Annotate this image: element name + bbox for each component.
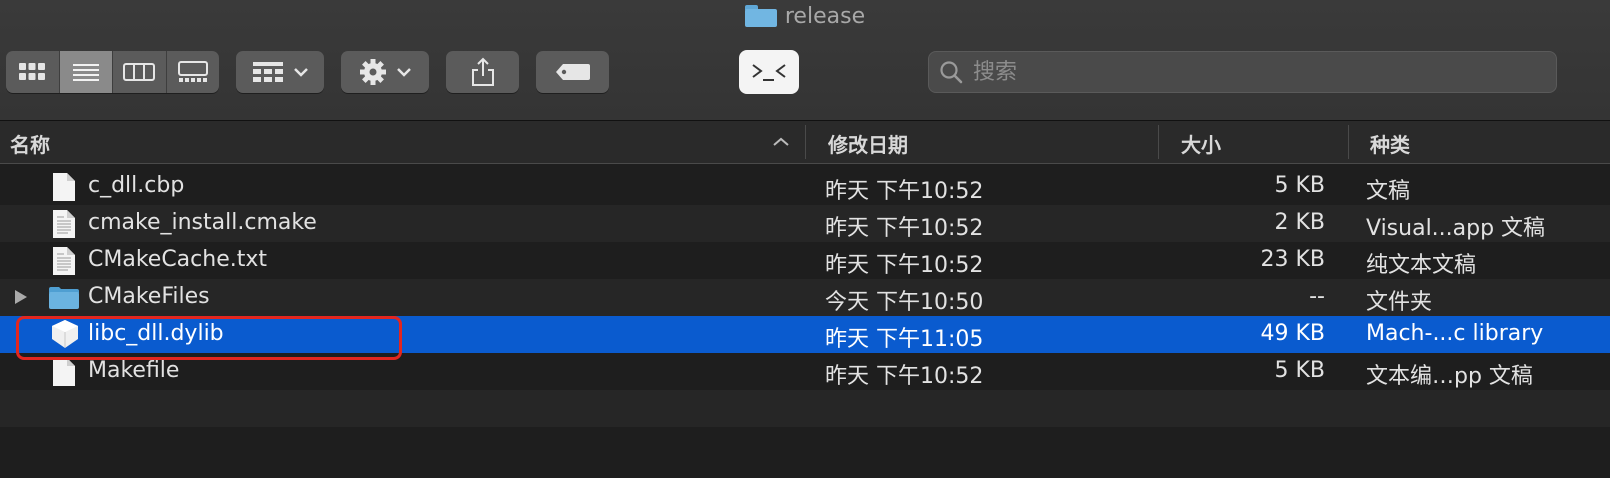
search-icon <box>940 61 963 84</box>
file-date: 昨天 下午10:52 <box>825 179 984 204</box>
list-view-button[interactable] <box>59 51 113 93</box>
annotation-highlight-box <box>16 316 402 360</box>
share-button[interactable] <box>446 51 519 93</box>
file-row[interactable]: CMakeCache.txt 昨天 下午10:52 23 KB 纯文本文稿 <box>0 242 1610 279</box>
column-header-name[interactable]: 名称 <box>10 129 50 158</box>
column-divider[interactable] <box>1158 125 1159 159</box>
file-kind: 纯文本文稿 <box>1366 253 1477 278</box>
file-name: c_dll.cbp <box>88 173 185 198</box>
gallery-view-button[interactable] <box>167 51 220 93</box>
empty-row <box>0 390 1610 427</box>
column-header-date[interactable]: 修改日期 <box>828 129 908 158</box>
column-divider[interactable] <box>805 125 806 159</box>
column-view-button[interactable] <box>113 51 167 93</box>
column-header-size[interactable]: 大小 <box>1181 129 1221 158</box>
file-kind: 文件夹 <box>1366 290 1433 315</box>
chevron-down-icon <box>397 68 411 77</box>
view-mode-control <box>6 51 219 93</box>
document-icon <box>53 358 75 386</box>
folder-icon <box>49 287 79 309</box>
window-title-text: release <box>784 3 866 29</box>
file-size: 49 KB <box>1260 321 1325 346</box>
file-date: 昨天 下午10:52 <box>825 253 984 278</box>
file-kind: Visual...app 文稿 <box>1366 216 1546 241</box>
file-size: 5 KB <box>1274 173 1325 198</box>
window-title: release <box>0 2 1610 30</box>
search-field[interactable] <box>928 51 1557 93</box>
chevron-down-icon <box>294 68 308 77</box>
file-date: 今天 下午10:50 <box>825 290 984 315</box>
list-icon <box>72 64 99 81</box>
file-size: 5 KB <box>1274 358 1325 383</box>
grid-icon <box>19 63 46 80</box>
tag-button[interactable] <box>536 51 609 93</box>
folder-row[interactable]: CMakeFiles 今天 下午10:50 -- 文件夹 <box>0 279 1610 316</box>
file-row[interactable]: c_dll.cbp 昨天 下午10:52 5 KB 文稿 <box>0 168 1610 205</box>
file-name: CMakeCache.txt <box>88 247 267 272</box>
column-divider[interactable] <box>1348 125 1349 159</box>
search-input[interactable] <box>971 58 1535 86</box>
file-size: 2 KB <box>1274 210 1325 235</box>
window-toolbar: release <box>0 0 1610 121</box>
file-kind: Mach-...c library <box>1366 321 1544 346</box>
file-row[interactable]: cmake_install.cmake 昨天 下午10:52 2 KB Visu… <box>0 205 1610 242</box>
terminal-icon <box>752 64 786 81</box>
disclosure-triangle-icon[interactable] <box>14 289 28 305</box>
column-headers: 名称 修改日期 大小 种类 <box>0 121 1610 164</box>
open-terminal-button[interactable] <box>739 50 799 94</box>
group-by-button[interactable] <box>236 51 324 93</box>
sort-ascending-icon[interactable] <box>773 137 789 147</box>
share-icon <box>471 57 494 86</box>
gear-icon <box>360 59 386 85</box>
folder-icon <box>744 5 777 27</box>
file-date: 昨天 下午11:05 <box>825 327 984 352</box>
file-size: 23 KB <box>1260 247 1325 272</box>
file-kind: 文稿 <box>1366 179 1411 204</box>
column-header-kind[interactable]: 种类 <box>1370 129 1410 158</box>
tag-icon <box>555 64 590 80</box>
file-name: CMakeFiles <box>88 284 210 309</box>
file-name: Makefile <box>88 358 180 383</box>
file-kind: 文本编…pp 文稿 <box>1366 364 1533 389</box>
action-menu-button[interactable] <box>341 51 429 93</box>
icon-view-button[interactable] <box>6 51 60 93</box>
file-size: -- <box>1309 284 1325 309</box>
document-icon <box>53 173 75 201</box>
file-name: cmake_install.cmake <box>88 210 317 235</box>
text-document-icon <box>53 247 75 275</box>
text-document-icon <box>53 210 75 238</box>
file-date: 昨天 下午10:52 <box>825 364 984 389</box>
group-icon <box>253 62 283 82</box>
gallery-icon <box>177 61 208 82</box>
columns-icon <box>123 63 156 81</box>
file-date: 昨天 下午10:52 <box>825 216 984 241</box>
